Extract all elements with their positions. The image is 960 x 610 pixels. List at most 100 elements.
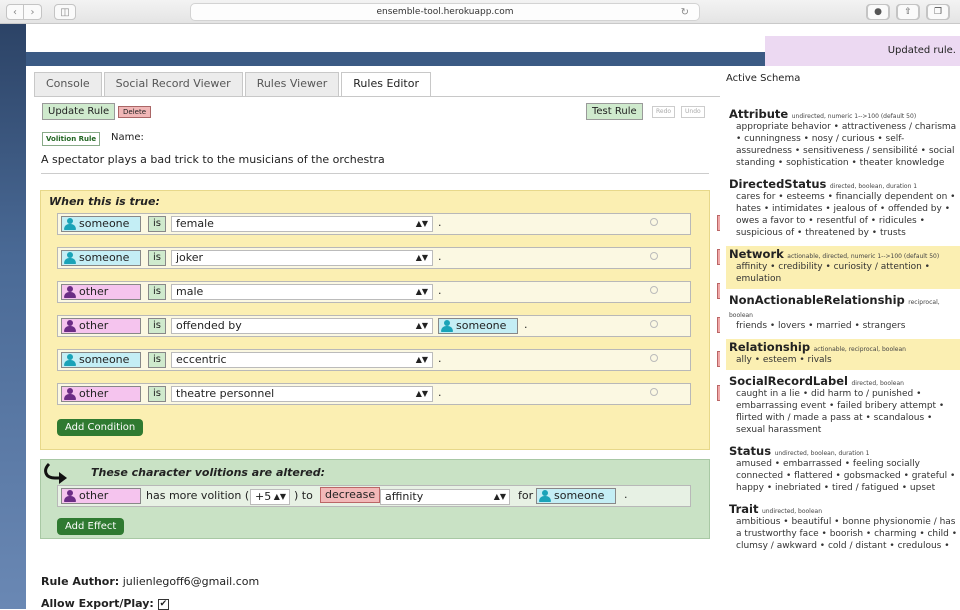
name-label: Name: xyxy=(111,132,144,143)
predicate-select[interactable]: theatre personnel ▲▼ xyxy=(171,386,433,402)
effect-target-field[interactable]: someone xyxy=(536,488,616,504)
schema-panel: Active Schema Attribute undirected, nume… xyxy=(720,66,960,609)
predicate-select[interactable]: offended by ▲▼ xyxy=(171,318,433,334)
curved-arrow-icon xyxy=(44,462,67,484)
browser-actions: ● ⇧ ❐ xyxy=(866,4,950,20)
amount-select[interactable]: +5 ▲▼ xyxy=(250,489,290,505)
predicate-select[interactable]: joker ▲▼ xyxy=(171,250,433,266)
role-field[interactable]: someone xyxy=(61,250,141,266)
person-icon xyxy=(64,388,76,400)
circle-icon[interactable] xyxy=(650,252,658,260)
effect-predicate-value: affinity xyxy=(385,490,424,503)
tab-divider xyxy=(34,96,720,97)
conditions-panel: When this is true: someone is female ▲▼ .… xyxy=(40,190,731,450)
category-meta: undirected, numeric 1-->100 (default 50) xyxy=(791,113,917,120)
condition-row: someone is eccentric ▲▼ . xyxy=(57,349,691,371)
export-checkbox[interactable]: ✔ xyxy=(157,598,169,610)
sidebar-toggle-button[interactable]: ◫ xyxy=(54,4,76,20)
category-name: Attribute xyxy=(729,107,789,121)
share-button[interactable]: ⇧ xyxy=(896,4,920,20)
category-name: NonActionableRelationship xyxy=(729,293,905,307)
author-label: Rule Author: xyxy=(41,575,120,588)
author-email: julienlegoff6@gmail.com xyxy=(122,575,260,588)
category-items: ambitious • beautiful • bonne physionomi… xyxy=(736,517,958,551)
delete-button[interactable]: Delete xyxy=(118,106,151,118)
category-items: affinity • credibility • curiosity / att… xyxy=(736,262,930,284)
test-rule-button[interactable]: Test Rule xyxy=(586,103,643,120)
predicate-select[interactable]: male ▲▼ xyxy=(171,284,433,300)
category-items: appropriate behavior • attractiveness / … xyxy=(736,122,957,168)
person-icon xyxy=(441,320,453,332)
category-items: ally • esteem • rivals xyxy=(736,355,832,365)
effect-text-2: ) to xyxy=(294,489,313,502)
role-label: other xyxy=(79,319,109,332)
is-toggle[interactable]: is xyxy=(148,216,166,232)
target-label: someone xyxy=(456,319,507,332)
back-button[interactable]: ‹ xyxy=(6,4,24,20)
category-name: DirectedStatus xyxy=(729,177,827,191)
circle-icon[interactable] xyxy=(650,354,658,362)
tab-social-record-viewer[interactable]: Social Record Viewer xyxy=(103,72,243,96)
role-field[interactable]: other xyxy=(61,318,141,334)
add-effect-button[interactable]: Add Effect xyxy=(57,518,125,535)
category-name: Status xyxy=(729,444,772,458)
select-arrow-icon: ▲▼ xyxy=(415,321,428,330)
effect-role-field[interactable]: other xyxy=(61,488,141,504)
role-field[interactable]: other xyxy=(61,284,141,300)
target-field[interactable]: someone xyxy=(438,318,518,334)
circle-icon[interactable] xyxy=(650,320,658,328)
tab-console[interactable]: Console xyxy=(34,72,102,96)
category-items: amused • embarrassed • feeling socially … xyxy=(736,459,956,493)
effect-predicate-select[interactable]: affinity ▲▼ xyxy=(380,489,510,505)
is-toggle[interactable]: is xyxy=(148,318,166,334)
role-field[interactable]: someone xyxy=(61,216,141,232)
circle-icon[interactable] xyxy=(650,218,658,226)
is-toggle[interactable]: is xyxy=(148,386,166,402)
direction-toggle[interactable]: decrease xyxy=(320,487,381,503)
tab-rules-viewer[interactable]: Rules Viewer xyxy=(244,72,340,96)
redo-button[interactable]: Redo xyxy=(652,106,676,118)
name-underline xyxy=(41,173,709,174)
condition-row: other is offended by ▲▼ someone . xyxy=(57,315,691,337)
rule-name-input[interactable]: A spectator plays a bad trick to the mus… xyxy=(41,153,385,166)
sidebar-icon: ◫ xyxy=(60,6,70,18)
schema-category-status: Status undirected, boolean, duration 1 am… xyxy=(726,443,960,498)
role-field[interactable]: other xyxy=(61,386,141,402)
address-bar[interactable]: ensemble-tool.herokuapp.com ↻ xyxy=(190,3,700,21)
allow-export: Allow Export/Play: ✔ xyxy=(41,597,169,610)
category-meta: directed, boolean, duration 1 xyxy=(829,183,918,190)
is-toggle[interactable]: is xyxy=(148,352,166,368)
person-icon xyxy=(539,490,551,502)
schema-title: Active Schema xyxy=(726,73,801,84)
is-toggle[interactable]: is xyxy=(148,250,166,266)
schema-category-socialrecordlabel: SocialRecordLabel directed, boolean caugh… xyxy=(726,373,960,440)
downloads-button[interactable]: ● xyxy=(866,4,890,20)
tab-rules-editor[interactable]: Rules Editor xyxy=(341,72,431,96)
update-rule-button[interactable]: Update Rule xyxy=(42,103,116,120)
tabs-button[interactable]: ❐ xyxy=(926,4,950,20)
predicate-select[interactable]: female ▲▼ xyxy=(171,216,433,232)
main-panel: Console Social Record Viewer Rules Viewe… xyxy=(26,66,731,610)
rule-type-badge: Volition Rule xyxy=(42,132,101,146)
condition-row: other is male ▲▼ . xyxy=(57,281,691,303)
conditions-title: When this is true: xyxy=(49,195,160,208)
forward-button[interactable]: › xyxy=(24,4,42,20)
role-field[interactable]: someone xyxy=(61,352,141,368)
undo-button[interactable]: Undo xyxy=(681,106,705,118)
role-label: other xyxy=(79,387,109,400)
reload-icon[interactable]: ↻ xyxy=(681,5,689,21)
category-meta: undirected, boolean, duration 1 xyxy=(774,450,870,457)
downloads-icon: ● xyxy=(867,4,889,20)
role-label: someone xyxy=(79,251,130,264)
select-arrow-icon: ▲▼ xyxy=(415,287,428,296)
category-meta: undirected, boolean xyxy=(761,508,823,515)
browser-toolbar: ‹ › ◫ ensemble-tool.herokuapp.com ↻ ● ⇧ … xyxy=(0,0,960,24)
circle-icon[interactable] xyxy=(650,286,658,294)
effect-row: other has more volition ( +5 ▲▼ ) to decr… xyxy=(57,485,691,507)
predicate-select[interactable]: eccentric ▲▼ xyxy=(171,352,433,368)
circle-icon[interactable] xyxy=(650,388,658,396)
share-icon: ⇧ xyxy=(897,4,919,20)
is-toggle[interactable]: is xyxy=(148,284,166,300)
predicate-value: offended by xyxy=(176,319,242,332)
add-condition-button[interactable]: Add Condition xyxy=(57,419,144,436)
